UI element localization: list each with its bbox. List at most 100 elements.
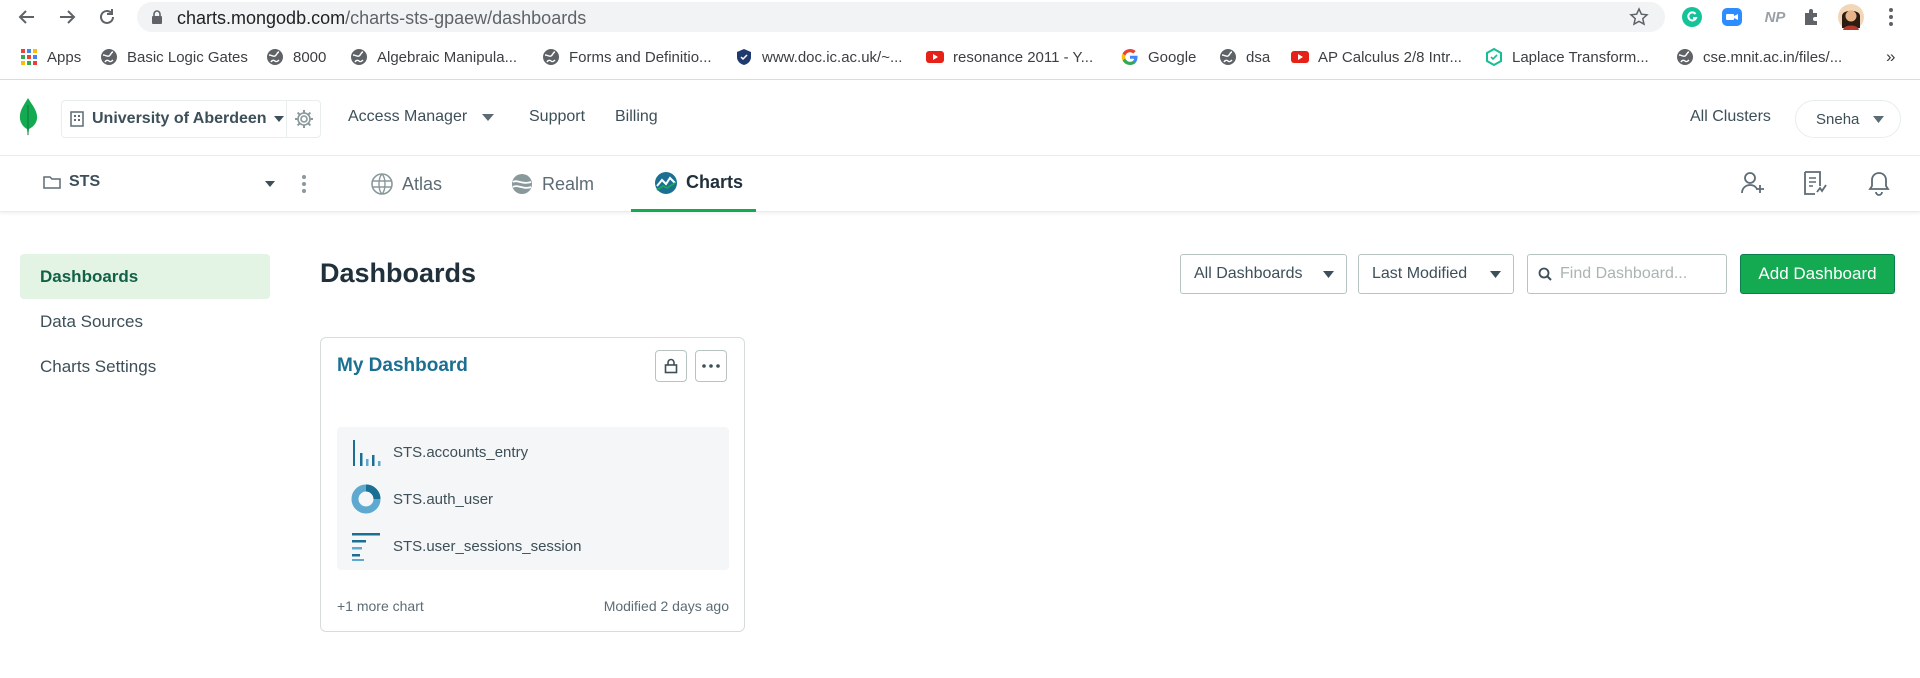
- sidebar-item-charts-settings[interactable]: Charts Settings: [20, 344, 270, 389]
- bookmark-algebraic-manipula[interactable]: Algebraic Manipula...: [350, 46, 517, 68]
- ellipsis-icon: [702, 364, 720, 368]
- tab-realm[interactable]: Realm: [510, 156, 594, 212]
- bookmarks-overflow-button[interactable]: »: [1886, 46, 1895, 68]
- tab-charts[interactable]: Charts: [631, 156, 756, 212]
- grammarly-extension[interactable]: [1680, 5, 1704, 29]
- user-name: Sneha: [1816, 110, 1860, 128]
- search-input[interactable]: [1560, 265, 1710, 283]
- bell-icon[interactable]: [1867, 170, 1891, 196]
- bookmark-label: Forms and Definitio...: [569, 48, 712, 66]
- zoom-extension[interactable]: [1720, 5, 1744, 29]
- sidebar-item-dashboards[interactable]: Dashboards: [20, 254, 270, 299]
- sidebar-item-data-sources[interactable]: Data Sources: [20, 299, 270, 344]
- lock-icon: [152, 10, 162, 24]
- realm-icon: [512, 174, 532, 194]
- gear-icon[interactable]: [294, 109, 314, 129]
- support-link[interactable]: Support: [529, 108, 585, 126]
- browser-menu-button[interactable]: [1879, 5, 1903, 29]
- find-dashboard-search[interactable]: [1527, 254, 1727, 294]
- bookmark-laplace-transform[interactable]: Laplace Transform...: [1485, 46, 1649, 68]
- bookmark-dsa[interactable]: dsa: [1219, 46, 1270, 68]
- search-icon: [1538, 267, 1552, 281]
- project-name: STS: [69, 173, 101, 190]
- globe-icon: [1677, 49, 1693, 65]
- dashboard-title[interactable]: My Dashboard: [337, 355, 468, 377]
- bookmark-label: Laplace Transform...: [1512, 48, 1649, 66]
- bookmark-ap-calculus[interactable]: AP Calculus 2/8 Intr...: [1291, 46, 1462, 68]
- lock-button[interactable]: [655, 350, 687, 382]
- caret-down-icon[interactable]: [265, 181, 275, 187]
- project-selector[interactable]: STS: [43, 173, 100, 191]
- bookmark-basic-logic-gates[interactable]: Basic Logic Gates: [100, 46, 248, 68]
- globe-icon: [351, 49, 367, 65]
- bookmark-forms-and-definitio[interactable]: Forms and Definitio...: [542, 46, 712, 68]
- sort-select[interactable]: Last Modified: [1358, 254, 1514, 294]
- billing-link[interactable]: Billing: [615, 108, 658, 126]
- forward-button[interactable]: [55, 5, 79, 29]
- lock-icon: [664, 358, 678, 374]
- bookmark-google[interactable]: Google: [1121, 46, 1196, 68]
- bookmark-8000[interactable]: 8000: [266, 46, 326, 68]
- atlas-icon: [371, 173, 393, 195]
- bookmark-label: Apps: [47, 48, 82, 66]
- access-manager-menu[interactable]: Access Manager: [348, 108, 495, 126]
- charts-sidebar: Dashboards Data Sources Charts Settings: [20, 254, 270, 389]
- organization-selector[interactable]: University of Aberdeen: [61, 100, 321, 138]
- video-camera-icon: [1722, 8, 1742, 26]
- page-title: Dashboards: [320, 258, 477, 288]
- youtube-icon: [926, 51, 944, 63]
- profile-avatar[interactable]: [1838, 4, 1864, 30]
- bar-chart-icon: [353, 440, 381, 466]
- browser-toolbar: charts.mongodb.com/charts-sts-gpaew/dash…: [0, 0, 1920, 34]
- bookmark-star-icon[interactable]: [1629, 7, 1649, 27]
- activity-feed-icon[interactable]: [1802, 170, 1828, 196]
- bookmark-label: AP Calculus 2/8 Intr...: [1318, 48, 1462, 66]
- hexagon-icon: [1486, 48, 1502, 66]
- atlas-topbar: University of Aberdeen Access Manager Su…: [0, 80, 1920, 156]
- extensions-button[interactable]: [1800, 5, 1824, 29]
- bookmark-doc-ic-ac-uk[interactable]: www.doc.ic.ac.uk/~...: [735, 46, 902, 68]
- dashboard-filter-select[interactable]: All Dashboards: [1180, 254, 1347, 294]
- bookmark-cse-mnit[interactable]: cse.mnit.ac.in/files/...: [1676, 46, 1842, 68]
- list-item[interactable]: STS.auth_user: [351, 484, 493, 514]
- folder-icon: [43, 176, 61, 189]
- address-bar[interactable]: charts.mongodb.com/charts-sts-gpaew/dash…: [137, 2, 1665, 32]
- user-menu[interactable]: Sneha: [1795, 100, 1901, 138]
- caret-down-icon: [1873, 115, 1885, 123]
- all-clusters-link[interactable]: All Clusters: [1690, 108, 1771, 126]
- charts-icon: [655, 171, 677, 194]
- bookmark-label: resonance 2011 - Y...: [953, 48, 1094, 66]
- bookmark-resonance-2011[interactable]: resonance 2011 - Y...: [926, 46, 1093, 68]
- bookmark-label: cse.mnit.ac.in/files/...: [1703, 48, 1843, 66]
- invite-user-icon[interactable]: [1740, 170, 1766, 196]
- bookmark-label: Algebraic Manipula...: [377, 48, 518, 66]
- donut-chart-icon: [351, 484, 381, 514]
- list-item[interactable]: STS.user_sessions_session: [351, 531, 581, 561]
- arrow-right-icon: [60, 10, 76, 24]
- tab-atlas[interactable]: Atlas: [370, 156, 442, 212]
- bookmark-label: www.doc.ic.ac.uk/~...: [762, 48, 903, 66]
- dashboard-card[interactable]: My Dashboard STS.accounts_entry STS.auth…: [320, 337, 745, 632]
- sort-value: Last Modified: [1372, 265, 1468, 282]
- bookmark-label: Google: [1148, 48, 1197, 66]
- vertical-ellipsis-icon[interactable]: [301, 174, 307, 194]
- back-button[interactable]: [15, 5, 39, 29]
- filter-value: All Dashboards: [1194, 265, 1303, 282]
- caret-down-icon: [1323, 271, 1334, 278]
- globe-icon: [1220, 49, 1236, 65]
- avatar-icon: [1838, 4, 1864, 30]
- more-options-button[interactable]: [695, 350, 727, 382]
- more-charts-count: +1 more chart: [337, 598, 424, 614]
- add-dashboard-button[interactable]: Add Dashboard: [1740, 254, 1895, 294]
- chart-list: STS.accounts_entry STS.auth_user STS.use…: [337, 427, 729, 570]
- bookmark-apps[interactable]: Apps: [20, 46, 81, 68]
- modified-timestamp: Modified 2 days ago: [603, 598, 729, 614]
- list-item[interactable]: STS.accounts_entry: [351, 437, 528, 467]
- mongodb-leaf-logo[interactable]: [18, 97, 38, 137]
- np-extension[interactable]: NP: [1760, 5, 1790, 29]
- reload-button[interactable]: [95, 5, 119, 29]
- caret-down-icon: [273, 116, 284, 122]
- globe-icon: [267, 49, 283, 65]
- bookmark-label: Basic Logic Gates: [127, 48, 248, 66]
- bookmark-label: dsa: [1246, 48, 1271, 66]
